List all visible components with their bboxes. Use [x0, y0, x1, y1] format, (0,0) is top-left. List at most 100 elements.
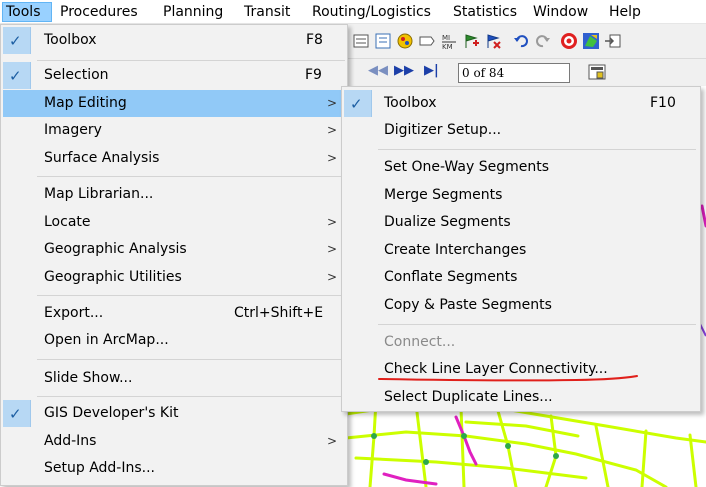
tools-menu-item-geographic-utilities[interactable]: Geographic Utilities > — [3, 264, 347, 291]
menu-item-label: Create Interchanges — [384, 242, 527, 258]
map-editing-item-copy-paste-segments[interactable]: Copy & Paste Segments — [344, 292, 700, 319]
menu-help[interactable]: Help — [609, 2, 641, 22]
check-icon: ✓ — [3, 62, 31, 89]
tools-menu-item-imagery[interactable]: Imagery > — [3, 117, 347, 144]
tools-menu-item-open-in-arcmap[interactable]: Open in ArcMap... — [3, 327, 347, 354]
tools-menu-item-toolbox[interactable]: ✓ Toolbox F8 — [3, 27, 347, 54]
menu-routing-logistics[interactable]: Routing/Logistics — [312, 2, 431, 22]
menu-item-label: Add-Ins — [44, 433, 97, 449]
menu-item-shortcut: F9 — [305, 67, 322, 83]
check-icon: ✓ — [344, 90, 372, 117]
chevron-right-icon: > — [327, 151, 338, 165]
menu-separator — [37, 295, 345, 296]
tools-menu-item-surface-analysis[interactable]: Surface Analysis > — [3, 145, 347, 172]
menu-item-label: Map Librarian... — [44, 186, 154, 202]
tools-menu-item-add-ins[interactable]: Add-Ins > — [3, 428, 347, 455]
remove-point-icon[interactable] — [484, 32, 502, 50]
menu-separator — [378, 149, 696, 150]
target-icon[interactable] — [560, 32, 578, 50]
menu-transit[interactable]: Transit — [244, 2, 290, 22]
nav-next-button[interactable]: ▶▶ — [394, 63, 414, 78]
tools-menu-item-map-editing[interactable]: Map Editing > — [3, 90, 347, 117]
menu-item-label: Set One-Way Segments — [384, 159, 549, 175]
tools-menu-item-export[interactable]: Export... Ctrl+Shift+E — [3, 300, 347, 327]
layout-icon[interactable] — [588, 63, 606, 81]
menu-separator — [378, 324, 696, 325]
svg-text:MI: MI — [442, 34, 450, 42]
chevron-right-icon: > — [327, 270, 338, 284]
menu-item-label: Geographic Utilities — [44, 269, 182, 285]
scale-icon[interactable]: MI KM — [440, 32, 458, 51]
map-icon[interactable] — [582, 32, 600, 50]
check-icon: ✓ — [3, 400, 31, 427]
menu-item-label: Connect... — [384, 334, 456, 350]
menu-separator — [37, 176, 345, 177]
menu-item-label: Geographic Analysis — [44, 241, 187, 257]
menu-item-label: Dualize Segments — [384, 214, 511, 230]
label-icon[interactable] — [418, 32, 436, 50]
style-icon[interactable] — [396, 32, 414, 50]
map-editing-item-conflate-segments[interactable]: Conflate Segments — [344, 264, 700, 291]
menu-statistics[interactable]: Statistics — [453, 2, 517, 22]
tools-menu-item-geographic-analysis[interactable]: Geographic Analysis > — [3, 236, 347, 263]
check-icon: ✓ — [3, 27, 31, 54]
chevron-right-icon: > — [327, 242, 338, 256]
menu-item-label: Toolbox — [44, 32, 97, 48]
menu-item-label: Locate — [44, 214, 91, 230]
tools-menu: ✓ Toolbox F8 ✓ Selection F9 Map Editing … — [0, 24, 348, 486]
menu-item-label: Copy & Paste Segments — [384, 297, 552, 313]
nav-last-button[interactable]: ▶| — [424, 63, 439, 78]
map-editing-item-merge-segments[interactable]: Merge Segments — [344, 182, 700, 209]
map-editing-item-dualize-segments[interactable]: Dualize Segments — [344, 209, 700, 236]
map-editing-item-select-duplicate-lines[interactable]: Select Duplicate Lines... — [344, 384, 700, 411]
tools-menu-item-locate[interactable]: Locate > — [3, 209, 347, 236]
nav-prev-button[interactable]: ◀◀ — [368, 63, 388, 78]
menu-item-label: Selection — [44, 67, 109, 83]
map-editing-item-create-interchanges[interactable]: Create Interchanges — [344, 237, 700, 264]
menu-bar: Tools Procedures Planning Transit Routin… — [0, 0, 706, 24]
menu-item-label: Map Editing — [44, 95, 127, 111]
menu-separator — [37, 60, 345, 61]
tools-menu-item-setup-add-ins[interactable]: Setup Add-Ins... — [3, 455, 347, 482]
menu-tools[interactable]: Tools — [2, 2, 52, 22]
undo-icon[interactable] — [512, 32, 530, 50]
toolbar-row-1: MI KM — [346, 24, 706, 58]
map-editing-item-digitizer-setup[interactable]: Digitizer Setup... — [344, 117, 700, 144]
chevron-right-icon: > — [327, 434, 338, 448]
map-editing-item-set-one-way-segments[interactable]: Set One-Way Segments — [344, 154, 700, 181]
redo-icon[interactable] — [534, 32, 552, 50]
menu-separator — [37, 359, 345, 360]
menu-item-label: Surface Analysis — [44, 150, 160, 166]
chevron-right-icon: > — [327, 96, 338, 110]
tools-menu-item-selection[interactable]: ✓ Selection F9 — [3, 62, 347, 89]
menu-window[interactable]: Window — [533, 2, 588, 22]
menu-item-shortcut: Ctrl+Shift+E — [234, 305, 324, 321]
export-icon[interactable] — [604, 32, 622, 50]
toolbar-row-2: ◀◀ ▶▶ ▶| 0 of 84 — [346, 58, 706, 86]
map-editing-item-connect[interactable]: Connect... — [344, 329, 700, 356]
menu-item-label: GIS Developer's Kit — [44, 405, 179, 421]
map-editing-item-toolbox[interactable]: ✓ Toolbox F10 — [344, 90, 700, 117]
menu-item-shortcut: F10 — [650, 95, 676, 111]
layers-icon[interactable] — [352, 32, 370, 50]
menu-item-shortcut: F8 — [306, 32, 323, 48]
menu-item-label: Digitizer Setup... — [384, 122, 502, 138]
map-editing-submenu: ✓ Toolbox F10 Digitizer Setup... Set One… — [341, 86, 701, 412]
tools-menu-item-slide-show[interactable]: Slide Show... — [3, 365, 347, 392]
tools-menu-item-gis-developers-kit[interactable]: ✓ GIS Developer's Kit — [3, 400, 347, 427]
svg-text:KM: KM — [442, 43, 453, 50]
add-point-icon[interactable] — [462, 32, 480, 50]
annotation-underline — [378, 375, 638, 382]
menu-item-label: Export... — [44, 305, 104, 321]
menu-separator — [37, 396, 345, 397]
legend-icon[interactable] — [374, 32, 392, 50]
menu-item-label: Imagery — [44, 122, 102, 138]
menu-planning[interactable]: Planning — [163, 2, 223, 22]
record-counter[interactable]: 0 of 84 — [458, 63, 570, 83]
menu-item-label: Conflate Segments — [384, 269, 518, 285]
menu-item-label: Toolbox — [384, 95, 437, 111]
tools-menu-item-map-librarian[interactable]: Map Librarian... — [3, 181, 347, 208]
menu-procedures[interactable]: Procedures — [60, 2, 138, 22]
menu-item-label: Slide Show... — [44, 370, 133, 386]
menu-item-label: Setup Add-Ins... — [44, 460, 156, 476]
